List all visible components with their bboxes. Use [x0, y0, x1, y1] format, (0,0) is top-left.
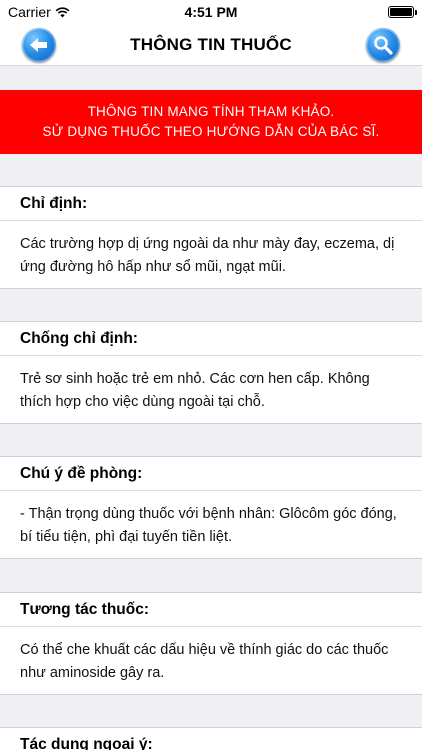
search-button[interactable]	[366, 28, 400, 62]
section-side-effects: Tác dụng ngoại ý:	[0, 727, 422, 750]
section-title: Tương tác thuốc:	[0, 592, 422, 627]
disclaimer-line-2: SỬ DỤNG THUỐC THEO HƯỚNG DẪN CỦA BÁC SĨ.	[42, 124, 380, 139]
section-title: Chỉ định:	[0, 186, 422, 221]
section-title: Chú ý đề phòng:	[0, 456, 422, 491]
section-body: Có thể che khuất các dấu hiệu về thính g…	[0, 627, 422, 695]
section-title: Tác dụng ngoại ý:	[0, 727, 422, 750]
section-body: - Thận trọng dùng thuốc với bệnh nhân: G…	[0, 491, 422, 559]
back-arrow-icon	[30, 38, 47, 52]
section-precautions: Chú ý đề phòng: - Thận trọng dùng thuốc …	[0, 456, 422, 559]
disclaimer-banner: THÔNG TIN MANG TÍNH THAM KHẢO. SỬ DỤNG T…	[0, 90, 422, 154]
section-contraindications: Chống chỉ định: Trẻ sơ sinh hoặc trẻ em …	[0, 321, 422, 424]
navigation-bar: THÔNG TIN THUỐC	[0, 24, 422, 66]
carrier-label: Carrier	[8, 4, 51, 20]
back-button[interactable]	[22, 28, 56, 62]
disclaimer-line-1: THÔNG TIN MANG TÍNH THAM KHẢO.	[87, 104, 335, 119]
section-body: Các trường hợp dị ứng ngoài da như mày đ…	[0, 221, 422, 289]
section-body: Trẻ sơ sinh hoặc trẻ em nhỏ. Các cơn hen…	[0, 356, 422, 424]
search-icon	[374, 36, 393, 55]
section-indications: Chỉ định: Các trường hợp dị ứng ngoài da…	[0, 186, 422, 289]
wifi-icon	[55, 6, 70, 17]
status-right	[388, 6, 417, 18]
section-interactions: Tương tác thuốc: Có thể che khuất các dấ…	[0, 592, 422, 695]
battery-icon	[388, 6, 417, 18]
status-bar: Carrier 4:51 PM	[0, 0, 422, 24]
status-left: Carrier	[8, 4, 70, 20]
page-title: THÔNG TIN THUỐC	[130, 34, 292, 54]
battery-level	[390, 8, 412, 16]
section-title: Chống chỉ định:	[0, 321, 422, 356]
